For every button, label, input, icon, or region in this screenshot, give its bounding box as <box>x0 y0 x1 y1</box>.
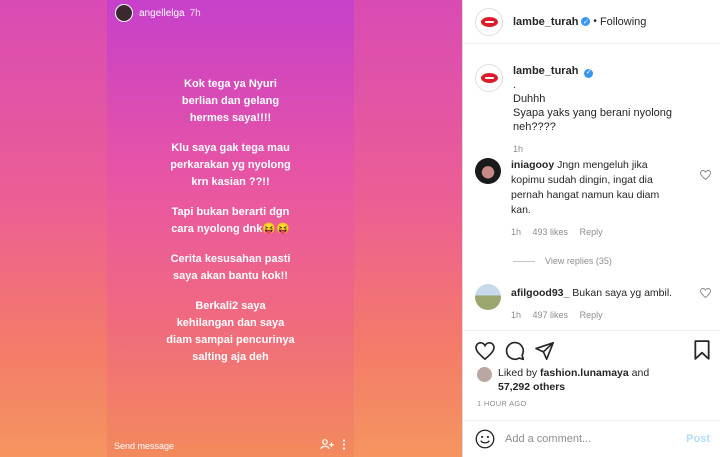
caption-username[interactable]: lambe_turah <box>513 65 578 77</box>
reply-button[interactable]: Reply <box>580 310 603 320</box>
comment-text: iniagooy Jngn mengeluh jika kopimu sudah… <box>511 158 681 218</box>
following-button[interactable]: Following <box>600 16 646 28</box>
avatar[interactable] <box>475 7 503 36</box>
separator-dot: • <box>593 16 597 27</box>
comment-time[interactable]: 1h <box>511 227 521 237</box>
comment-icon[interactable] <box>505 341 525 361</box>
verified-icon: ✓ <box>581 17 591 26</box>
send-message-input[interactable]: Send message <box>114 441 320 451</box>
likes-summary: Liked by fashion.lunamaya and 57,292 oth… <box>477 366 649 394</box>
liked-by-others[interactable]: 57,292 others <box>498 381 565 393</box>
bookmark-icon[interactable] <box>694 340 710 365</box>
heart-icon[interactable] <box>699 169 712 183</box>
comment-time[interactable]: 1h <box>511 310 521 320</box>
liked-by-text: Liked by fashion.lunamaya and 57,292 oth… <box>498 366 649 394</box>
caption-line: neh???? <box>513 121 556 133</box>
comment-likes[interactable]: 497 likes <box>533 310 569 320</box>
lips-logo-icon <box>480 16 498 27</box>
story-time: 7h <box>189 7 201 19</box>
story-text: Kok tega ya Nyuri berlian dan gelang her… <box>119 76 342 379</box>
comment-input[interactable] <box>505 433 675 445</box>
caption-time[interactable]: 1h <box>513 144 672 154</box>
comment-body: afilgood93_ Bukan saya yg ambil. 1h 497 … <box>511 284 681 320</box>
story-background: angellelga 7h Kok tega ya Nyuri berlian … <box>0 0 462 457</box>
caption-body: lambe_turah ✓ . Duhhh Syapa yaks yang be… <box>513 64 672 154</box>
comment-meta: 1h 493 likes Reply <box>511 227 681 237</box>
commenter-avatar[interactable] <box>475 284 501 310</box>
post-button[interactable]: Post <box>686 433 710 445</box>
story-paragraph: Klu saya gak tega mau perkarakan yg nyol… <box>170 142 291 188</box>
comment: iniagooy Jngn mengeluh jika kopimu sudah… <box>475 158 712 237</box>
liked-by-and: and <box>631 367 650 379</box>
post-username[interactable]: lambe_turah <box>513 16 578 28</box>
view-replies-button[interactable]: View replies (35) <box>513 256 612 266</box>
add-comment-bar: Post <box>463 420 720 457</box>
comment-likes[interactable]: 493 likes <box>533 227 569 237</box>
comment: afilgood93_ Bukan saya yg ambil. 1h 497 … <box>475 284 712 320</box>
caption-line: Syapa yaks yang berani nyolong <box>513 107 672 119</box>
comment-username[interactable]: afilgood93_ <box>511 287 569 299</box>
comment-meta: 1h 497 likes Reply <box>511 310 681 320</box>
story-paragraph: Kok tega ya Nyuri berlian dan gelang her… <box>181 78 280 124</box>
share-icon[interactable] <box>535 341 555 360</box>
caption-line: . <box>513 79 517 91</box>
liker-avatar[interactable] <box>477 367 492 382</box>
story-avatar[interactable] <box>115 4 133 22</box>
story-footer: Send message <box>107 435 354 457</box>
liked-by-user[interactable]: fashion.lunamaya <box>540 367 629 379</box>
emoji-icon[interactable] <box>475 429 495 449</box>
story-panel: angellelga 7h Kok tega ya Nyuri berlian … <box>107 0 354 457</box>
more-options-icon[interactable] <box>342 439 346 453</box>
post-panel: lambe_turah ✓ • Following lambe_turah ✓ … <box>462 0 720 457</box>
comment-text: afilgood93_ Bukan saya yg ambil. <box>511 286 681 301</box>
commenter-avatar[interactable] <box>475 158 501 184</box>
post-time[interactable]: 1 HOUR AGO <box>477 399 527 408</box>
action-bar <box>463 330 720 370</box>
like-heart-icon[interactable] <box>475 341 495 360</box>
comment-body: iniagooy Jngn mengeluh jika kopimu sudah… <box>511 158 681 237</box>
liked-by-prefix: Liked by <box>498 367 538 379</box>
heart-icon[interactable] <box>699 287 712 301</box>
story-header: angellelga 7h <box>115 4 201 22</box>
caption-line: Duhhh <box>513 93 546 105</box>
story-paragraph: Cerita kesusahan pasti saya akan bantu k… <box>170 253 291 282</box>
story-username[interactable]: angellelga <box>139 8 185 19</box>
story-paragraph: Berkali2 saya kehilangan dan saya diam s… <box>166 300 295 363</box>
reply-button[interactable]: Reply <box>580 227 603 237</box>
lips-logo-icon <box>480 73 498 83</box>
caption-header: lambe_turah ✓ <box>513 64 672 78</box>
verified-icon: ✓ <box>584 68 594 78</box>
avatar[interactable] <box>475 64 503 92</box>
comment-username[interactable]: iniagooy <box>511 159 554 171</box>
add-person-icon[interactable] <box>320 439 334 453</box>
story-paragraph: Tapi bukan berarti dgn cara nyolong dnk😝… <box>171 206 290 235</box>
post-header: lambe_turah ✓ • Following <box>463 0 720 44</box>
caption: lambe_turah ✓ . Duhhh Syapa yaks yang be… <box>475 64 672 154</box>
comment-content: Bukan saya yg ambil. <box>572 287 673 299</box>
